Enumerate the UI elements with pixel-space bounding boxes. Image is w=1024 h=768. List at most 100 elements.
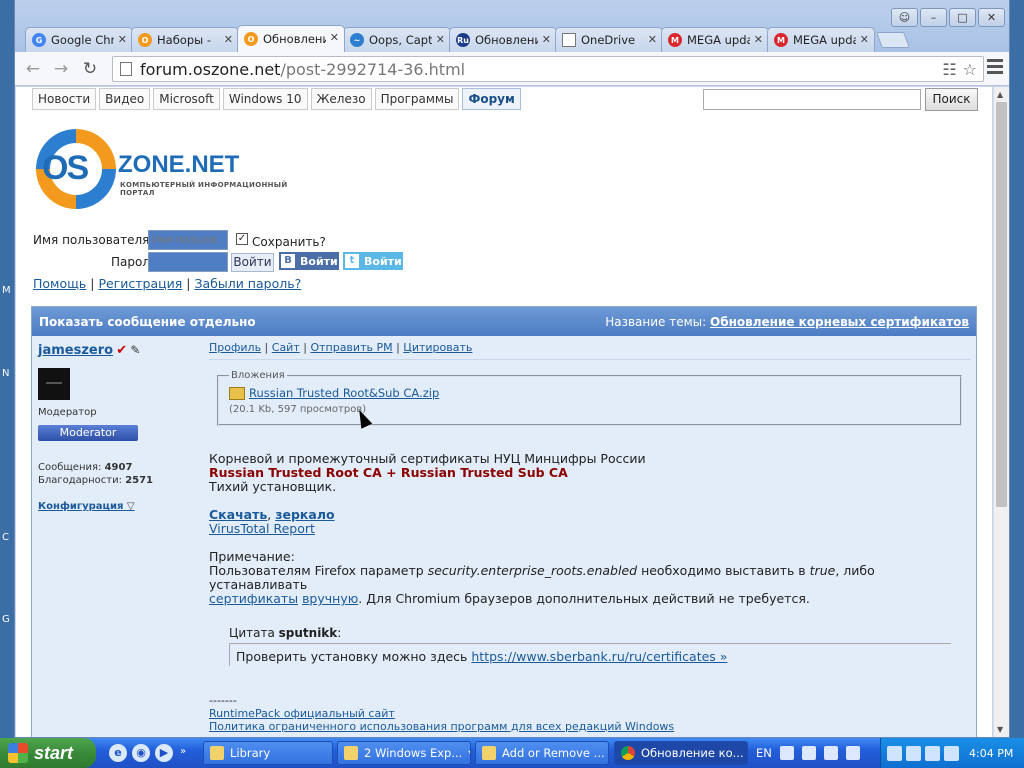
register-link[interactable]: Регистрация: [98, 276, 182, 291]
back-button[interactable]: ←: [21, 58, 45, 80]
browser-tab[interactable]: O Обновлени ✕: [237, 25, 345, 52]
nav-video[interactable]: Видео: [99, 88, 151, 110]
close-tab-icon[interactable]: ✕: [860, 33, 869, 46]
volume-icon[interactable]: [906, 745, 921, 761]
virustotal-link[interactable]: VirusTotal Report: [209, 521, 315, 536]
signature: ------- RuntimePack официальный сайт Пол…: [209, 694, 971, 733]
quicklaunch-more-icon[interactable]: »: [180, 746, 186, 757]
browser-tab[interactable]: M MEGA upda ✕: [661, 27, 769, 52]
browser-tab[interactable]: G Google Chr ✕: [25, 27, 133, 52]
chrome-menu-button[interactable]: [987, 59, 1003, 77]
runtimepack-link[interactable]: RuntimePack официальный сайт: [209, 707, 395, 720]
post-line-highlight: Russian Trusted Root CA + Russian Truste…: [209, 465, 568, 480]
close-tab-icon[interactable]: ✕: [542, 33, 551, 46]
nav-forum[interactable]: Форум: [462, 88, 521, 110]
start-label: start: [34, 742, 74, 763]
network-icon[interactable]: [887, 745, 902, 761]
twitter-login-label: Войти: [364, 254, 402, 268]
site-link[interactable]: Сайт: [272, 341, 300, 354]
ie-quicklaunch-icon[interactable]: e: [109, 744, 127, 762]
close-tab-icon[interactable]: ✕: [224, 33, 233, 46]
browser-window: ☺ – □ ✕ G Google Chr ✕ O Наборы - ✕ O Обновлен…: [14, 0, 1010, 738]
manual-link[interactable]: вручную: [302, 591, 358, 606]
minimize-button[interactable]: –: [920, 8, 947, 27]
nav-programs[interactable]: Программы: [374, 88, 460, 110]
tools-icon[interactable]: [802, 746, 816, 760]
keyboard-icon[interactable]: [780, 746, 794, 760]
close-tab-icon[interactable]: ✕: [118, 33, 127, 46]
certificates-link[interactable]: сертификаты: [209, 591, 298, 606]
forgot-password-link[interactable]: Забыли пароль?: [194, 276, 301, 291]
username-label: Имя пользователя:: [33, 233, 154, 247]
send-pm-link[interactable]: Отправить PM: [310, 341, 392, 354]
attachment-link[interactable]: Russian Trusted Root&Sub CA.zip: [229, 386, 950, 400]
close-tab-icon[interactable]: ✕: [330, 31, 339, 44]
sberbank-link[interactable]: https://www.sberbank.ru/ru/certificates …: [471, 649, 727, 664]
site-search-button[interactable]: Поиск: [925, 88, 978, 111]
system-tray: 4:04 PM: [880, 738, 1024, 768]
task-windows-explorer[interactable]: 2 Windows Exp... ▼: [337, 741, 471, 765]
task-add-remove[interactable]: Add or Remove ...: [475, 741, 609, 765]
close-tab-icon[interactable]: ✕: [648, 33, 657, 46]
start-button[interactable]: start: [0, 738, 96, 768]
page-scrollbar[interactable]: ▲ ▼: [993, 87, 1009, 737]
mirror-link[interactable]: зеркало: [275, 507, 334, 522]
configuration-label: Конфигурация: [38, 501, 124, 512]
page-content: Новости Видео Microsoft Windows 10 Желез…: [16, 87, 992, 737]
translate-icon[interactable]: ☷: [942, 60, 956, 79]
site-logo[interactable]: OS ZONE.NET КОМПЬЮТЕРНЫЙ ИНФОРМАЦИОННЫЙ …: [36, 129, 296, 211]
new-tab-button[interactable]: [876, 32, 910, 48]
thread-title-link[interactable]: Обновление корневых сертификатов: [710, 315, 969, 329]
chrome-quicklaunch-icon[interactable]: ◉: [132, 744, 150, 762]
security-icon[interactable]: [925, 745, 940, 761]
task-chrome[interactable]: Обновление ко...: [614, 741, 748, 765]
tab-label: MEGA upda: [687, 33, 750, 47]
password-input[interactable]: [148, 252, 228, 272]
browser-tab[interactable]: M MEGA upda ✕: [767, 27, 875, 52]
browser-tab[interactable]: OneDrive ✕: [555, 27, 663, 52]
nav-windows-10[interactable]: Windows 10: [222, 88, 308, 110]
policy-link[interactable]: Политика ограниченного использования про…: [209, 720, 674, 733]
avatar[interactable]: [38, 368, 70, 400]
twitter-icon: t: [345, 254, 359, 268]
scroll-down-icon[interactable]: ▼: [997, 725, 1003, 734]
configuration-link[interactable]: Конфигурация ▽: [38, 501, 198, 512]
help-link[interactable]: Помощь: [33, 276, 86, 291]
download-link[interactable]: Скачать: [209, 507, 267, 522]
username-input[interactable]: [148, 230, 228, 250]
task-library[interactable]: Library: [203, 741, 333, 765]
browser-tab[interactable]: O Наборы - ✕: [131, 27, 239, 52]
login-button[interactable]: Войти: [231, 253, 274, 272]
language-indicator[interactable]: EN: [756, 746, 772, 760]
reload-button[interactable]: ↻: [78, 58, 102, 80]
clock[interactable]: 4:04 PM: [969, 747, 1013, 760]
forward-button[interactable]: →: [49, 58, 73, 80]
search-tray-icon[interactable]: [944, 745, 959, 761]
address-bar[interactable]: forum.oszone.net/post-2992714-36.html ☷ …: [112, 56, 984, 82]
vk-login-button[interactable]: B Войти: [279, 252, 339, 270]
scroll-up-icon[interactable]: ▲: [997, 90, 1003, 99]
remember-checkbox[interactable]: ✓: [236, 233, 248, 245]
nav-microsoft[interactable]: Microsoft: [153, 88, 220, 110]
tab-strip: G Google Chr ✕ O Наборы - ✕ O Обновлени ✕ ~ Oops,…: [25, 25, 910, 52]
nav-hardware[interactable]: Железо: [310, 88, 372, 110]
maximize-button[interactable]: □: [949, 8, 976, 27]
close-tab-icon[interactable]: ✕: [436, 33, 445, 46]
site-search-input[interactable]: [703, 89, 921, 110]
taskbar: start e ◉ ▶ » Library 2 Windows Exp...▼ …: [0, 738, 1024, 768]
browser-tab[interactable]: ~ Oops, Capt ✕: [343, 27, 451, 52]
scrollbar-thumb[interactable]: [996, 102, 1007, 507]
media-quicklaunch-icon[interactable]: ▶: [155, 744, 173, 762]
note-param: security.enterprise_roots.enabled: [427, 563, 638, 578]
close-window-button[interactable]: ✕: [978, 8, 1005, 27]
calendar-icon[interactable]: [824, 746, 838, 760]
profile-link[interactable]: Профиль: [209, 341, 261, 354]
author-username[interactable]: jameszero: [38, 343, 113, 358]
close-tab-icon[interactable]: ✕: [754, 33, 763, 46]
quote-link[interactable]: Цитировать: [403, 341, 472, 354]
help-icon[interactable]: [846, 746, 860, 760]
twitter-login-button[interactable]: t Войти: [343, 252, 403, 270]
browser-tab[interactable]: Ru Обновлени ✕: [449, 27, 557, 52]
bookmark-star-icon[interactable]: ☆: [963, 60, 977, 79]
nav-news[interactable]: Новости: [32, 88, 97, 110]
